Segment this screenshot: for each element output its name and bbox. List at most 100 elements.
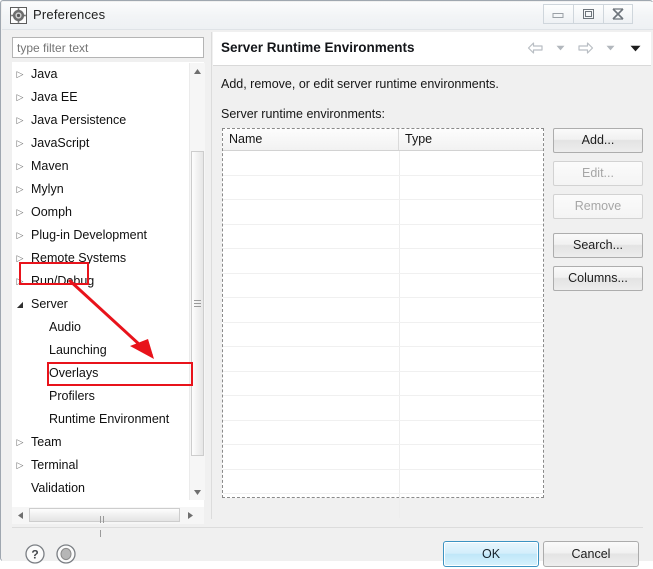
tree-item-label: Runtime Environment xyxy=(49,412,170,426)
tree-item-label: Profilers xyxy=(49,389,95,403)
tree-item-terminal[interactable]: ▷ Terminal xyxy=(13,454,189,477)
tree-item-javascript[interactable]: ▷ JavaScript xyxy=(13,132,189,155)
table-body[interactable] xyxy=(223,151,543,519)
cell-separator xyxy=(399,420,400,444)
page-header: Server Runtime Environments xyxy=(213,32,651,66)
maximize-icon[interactable] xyxy=(573,4,603,24)
scroll-down-icon[interactable] xyxy=(190,484,205,500)
tree-vertical-scrollbar[interactable] xyxy=(189,63,205,500)
table-row[interactable] xyxy=(223,224,543,249)
preference-tree-list[interactable]: ▷ Java ▷ Java EE ▷ Java Persistence ▷ JavaScrip… xyxy=(13,63,189,500)
scroll-left-icon[interactable] xyxy=(12,507,28,523)
chevron-right-icon[interactable]: ▷ xyxy=(13,247,27,270)
tree-item-label: Remote Systems xyxy=(31,251,127,265)
add-button[interactable]: Add... xyxy=(553,128,643,153)
table-row[interactable] xyxy=(223,420,543,445)
chevron-right-icon[interactable]: ▷ xyxy=(13,132,27,155)
chevron-right-icon[interactable]: ▷ xyxy=(13,109,27,132)
columns-button[interactable]: Columns... xyxy=(553,266,643,291)
close-icon[interactable] xyxy=(603,4,633,24)
chevron-down-icon[interactable]: ◢ xyxy=(13,293,27,316)
column-header-name[interactable]: Name xyxy=(223,129,399,150)
tree-item-label: Maven xyxy=(31,159,69,173)
tree-item-run-debug[interactable]: ▷ Run/Debug xyxy=(13,270,189,293)
tree-item-java[interactable]: ▷ Java xyxy=(13,63,189,86)
chevron-right-icon[interactable]: ▷ xyxy=(13,201,27,224)
search-button[interactable]: Search... xyxy=(553,233,643,258)
chevron-right-icon[interactable]: ▷ xyxy=(13,431,27,454)
back-arrow-icon[interactable] xyxy=(525,39,545,57)
tree-item-plug-in-development[interactable]: ▷ Plug-in Development xyxy=(13,224,189,247)
pane-divider xyxy=(211,32,212,519)
tree-item-launching[interactable]: Launching xyxy=(13,339,189,362)
remove-button: Remove xyxy=(553,194,643,219)
page-title: Server Runtime Environments xyxy=(221,40,415,55)
table-row[interactable] xyxy=(223,273,543,298)
chevron-right-icon[interactable]: ▷ xyxy=(13,224,27,247)
chevron-right-icon[interactable]: ▷ xyxy=(13,270,27,293)
back-dropdown-icon[interactable] xyxy=(550,39,570,57)
table-row[interactable] xyxy=(223,396,543,421)
menu-dropdown-icon[interactable] xyxy=(625,39,645,57)
tree-item-team[interactable]: ▷ Team xyxy=(13,431,189,454)
tree-vertical-scroll-thumb[interactable] xyxy=(191,151,204,456)
help-question-icon[interactable]: ? xyxy=(23,542,47,566)
table-row[interactable] xyxy=(223,298,543,323)
forward-dropdown-icon[interactable] xyxy=(600,39,620,57)
chevron-right-icon[interactable]: ▷ xyxy=(13,63,27,86)
table-row[interactable] xyxy=(223,469,543,494)
chevron-right-icon[interactable]: ▷ xyxy=(13,155,27,178)
table-row[interactable] xyxy=(223,322,543,347)
preference-tree[interactable]: ▷ Java ▷ Java EE ▷ Java Persistence ▷ JavaScrip… xyxy=(12,62,205,515)
tree-item-oomph[interactable]: ▷ Oomph xyxy=(13,201,189,224)
scroll-up-icon[interactable] xyxy=(190,63,205,79)
cell-separator xyxy=(399,396,400,420)
tree-item-maven[interactable]: ▷ Maven xyxy=(13,155,189,178)
table-row[interactable] xyxy=(223,347,543,372)
table-row[interactable] xyxy=(223,494,543,519)
page-nav-toolbar[interactable] xyxy=(525,39,645,57)
table-row[interactable] xyxy=(223,249,543,274)
tree-item-mylyn[interactable]: ▷ Mylyn xyxy=(13,178,189,201)
tree-item-runtime-environment[interactable]: Runtime Environment xyxy=(13,408,189,431)
restore-tray-icon[interactable] xyxy=(54,542,78,566)
cell-separator xyxy=(399,151,400,175)
tree-item-label: Plug-in Development xyxy=(31,228,148,242)
forward-arrow-icon[interactable] xyxy=(575,39,595,57)
tree-item-label: Java EE xyxy=(31,90,78,104)
page-pane: Server Runtime Environments Add, remove,… xyxy=(213,32,651,519)
table-row[interactable] xyxy=(223,371,543,396)
chevron-right-icon[interactable]: ▷ xyxy=(13,86,27,109)
tree-item-label: Overlays xyxy=(49,366,99,380)
tree-item-label: Java xyxy=(31,67,58,81)
tree-horizontal-scroll-thumb[interactable] xyxy=(29,508,180,537)
chevron-right-icon[interactable]: ▷ xyxy=(13,454,27,477)
tree-item-audio[interactable]: Audio xyxy=(13,316,189,339)
tree-item-java-ee[interactable]: ▷ Java EE xyxy=(13,86,189,109)
tree-item-server[interactable]: ◢ Server xyxy=(13,293,189,316)
cancel-button[interactable]: Cancel xyxy=(543,541,639,567)
tree-item-java-persistence[interactable]: ▷ Java Persistence xyxy=(13,109,189,132)
cell-separator xyxy=(399,175,400,199)
runtime-environments-table[interactable]: Name Type xyxy=(222,128,544,519)
table-row[interactable] xyxy=(223,151,543,176)
footer-divider xyxy=(12,527,643,528)
table-row[interactable] xyxy=(223,200,543,225)
table-header-row: Name Type xyxy=(223,129,543,151)
tree-item-profilers[interactable]: Profilers xyxy=(13,385,189,408)
scroll-grip-icon xyxy=(194,300,201,307)
tree-horizontal-scrollbar[interactable] xyxy=(12,507,204,537)
table-label: Server runtime environments: xyxy=(221,107,385,121)
column-header-type[interactable]: Type xyxy=(399,129,543,150)
chevron-right-icon[interactable]: ▷ xyxy=(13,178,27,201)
filter-input[interactable] xyxy=(12,37,204,58)
ok-button[interactable]: OK xyxy=(443,541,539,567)
scroll-right-icon[interactable] xyxy=(182,507,198,523)
tree-item-validation[interactable]: Validation xyxy=(13,477,189,500)
tree-item-overlays[interactable]: Overlays xyxy=(13,362,189,385)
table-row[interactable] xyxy=(223,175,543,200)
tree-item-remote-systems[interactable]: ▷ Remote Systems xyxy=(13,247,189,270)
table-row[interactable] xyxy=(223,445,543,470)
minimize-icon[interactable] xyxy=(543,4,573,24)
cell-separator xyxy=(399,200,400,224)
